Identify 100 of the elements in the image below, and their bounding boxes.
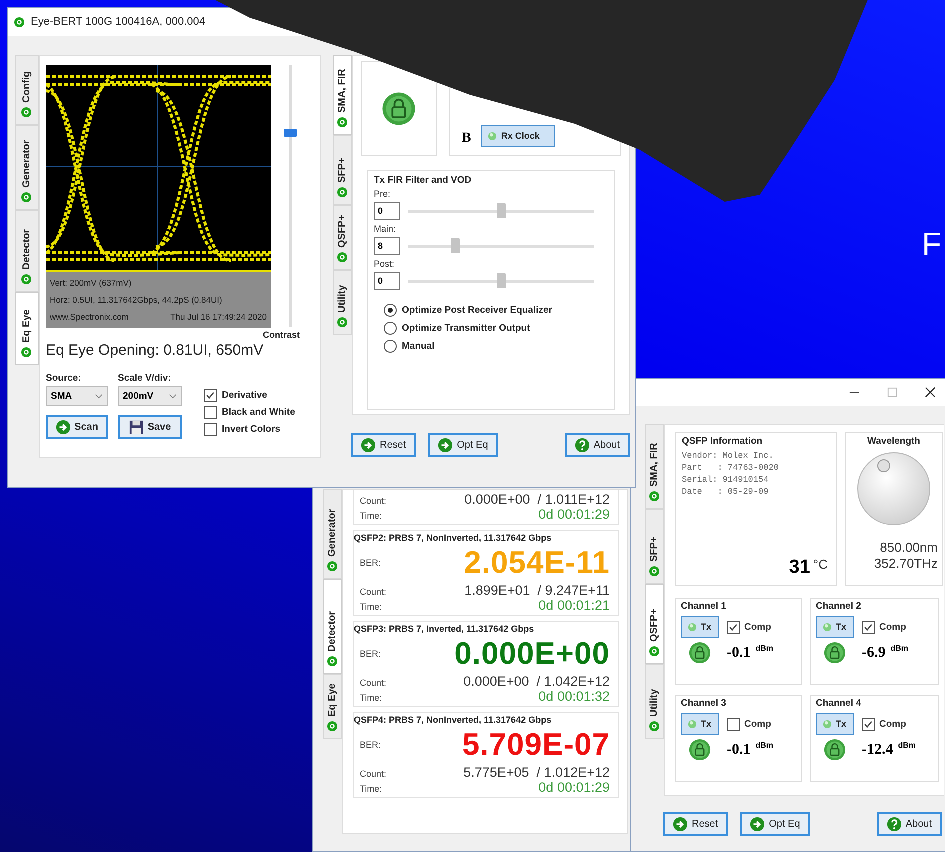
card-header: QSFP3: PRBS 7, Inverted, 11.317642 Gbps [354,624,536,634]
side-tab[interactable]: Generator [15,125,39,210]
info-line: Serial: 914910154 [682,474,770,486]
led-icon [488,132,498,140]
value-field[interactable]: 8 [374,237,400,255]
tx-button[interactable]: Tx [816,713,854,735]
side-tab[interactable]: SMA, FIR [645,424,664,509]
checkbox-label: Comp [880,622,906,632]
checkbox-label: Black and White [222,407,296,418]
floppy-icon [128,420,144,434]
checkbox[interactable] [204,389,217,402]
checkbox-label: Invert Colors [222,424,281,435]
lock-icon [689,642,711,664]
side-tab[interactable]: Eq Eye [323,674,342,739]
slider-thumb[interactable] [497,203,506,218]
dot-ring-icon [649,646,660,657]
group-title: QSFP Information [682,436,764,447]
value-field[interactable]: 0 [374,272,400,290]
side-tab[interactable]: QSFP+ [645,584,664,664]
side-tab[interactable]: Detector [323,579,342,674]
elapsed-time: 0d 00:01:32 [538,689,610,704]
radio-button[interactable] [384,322,397,335]
checkbox[interactable] [862,718,875,730]
slider-label: Pre: [374,189,392,199]
dot-ring-icon [337,187,348,198]
ber-value: 0.000E+00 [454,636,610,672]
checkbox-label: Derivative [222,390,268,401]
dropdown[interactable]: SMA [46,386,108,406]
slider-thumb[interactable] [450,238,460,253]
dropdown[interactable]: 200mV [118,386,182,406]
side-tab[interactable]: SFP+ [333,135,352,205]
checkbox[interactable] [726,718,740,730]
power-value: -0.1 [727,644,751,662]
side-tab[interactable]: Utility [645,664,664,739]
checkbox-label: Comp [880,718,906,730]
temperature-value: 31 [789,557,810,579]
slider-label: Main: [374,224,398,234]
dot-ring-icon [337,317,348,328]
group-letter: B [462,131,472,147]
count-value: 5.775E+05 / 1.012E+12 [464,765,610,780]
lock-icon [824,642,846,664]
field-label: Scale V/div: [118,373,172,384]
side-tab[interactable]: Detector [15,210,39,292]
led-icon [823,622,832,632]
checkbox[interactable] [204,406,217,419]
action-button[interactable]: Opt Eq [428,433,498,457]
led-icon [823,720,832,728]
radio-button[interactable] [384,304,397,317]
radio-label: Optimize Transmitter Output [402,323,530,334]
rx-clock-button[interactable]: Rx Clock [481,125,556,147]
side-tab[interactable]: QSFP+ [333,205,352,270]
side-tab[interactable]: Eq Eye [15,292,39,365]
radio-button[interactable] [384,340,397,353]
side-tab[interactable]: Config [15,55,39,125]
checkbox-label: Comp [744,622,772,632]
checkbox[interactable] [204,423,217,436]
app-icon [14,16,25,28]
tx-button[interactable]: Tx [681,616,719,638]
count-value: 1.899E+01 / 9.247E+11 [464,583,610,598]
count-value: 0.000E+00 / 1.042E+12 [464,674,610,689]
eye-info-line: Vert: 200mV (637mV) [50,277,133,290]
checkbox[interactable] [726,620,740,634]
dot-ring-icon [649,721,660,732]
card-header: QSFP4: PRBS 7, NonInverted, 11.317642 Gbps [354,715,553,725]
count-label: Count: [360,587,387,597]
action-button[interactable]: About [564,433,630,457]
count-label: Count: [360,769,387,779]
group-title: Tx FIR Filter and VOD [374,175,473,186]
dot-ring-icon [22,347,32,358]
action-button[interactable]: Scan [46,415,108,439]
tx-button[interactable]: Tx [816,616,854,638]
led-icon [688,720,697,728]
dot-ring-icon [22,192,32,203]
timestamp: Thu Jul 16 17:49:24 2020 [170,311,267,324]
time-label: Time: [360,693,382,703]
checkbox[interactable] [862,620,875,634]
action-button[interactable]: Save [118,415,182,439]
caret-icon [169,394,177,398]
tx-button[interactable]: Tx [681,713,719,735]
close-icon[interactable] [925,387,936,398]
temperature-unit: °C [813,557,828,572]
side-tab[interactable]: SMA, FIR [333,55,352,135]
dot-ring-icon [649,491,660,502]
ber-value: 2.054E-11 [464,545,610,581]
action-button[interactable]: Opt Eq [740,812,810,836]
value-field[interactable]: 0 [374,202,400,220]
power-value: -6.9 [862,644,886,662]
card-header: QSFP2: PRBS 7, NonInverted, 11.317642 Gbps [354,533,553,543]
info-line: Part : 74763-0020 [682,462,780,474]
slider-thumb[interactable] [284,129,297,138]
side-tab[interactable]: Utility [333,270,352,335]
power-value: -0.1 [727,742,751,758]
action-button[interactable]: About [876,812,942,836]
action-button[interactable]: Reset [351,433,416,457]
slider-thumb[interactable] [497,273,506,288]
side-tab[interactable]: Generator [323,489,342,579]
action-button[interactable]: Reset [663,812,728,836]
side-tab[interactable]: SFP+ [645,509,664,584]
info-line: Vendor: Molex Inc. [682,450,775,462]
dot-ring-icon [337,252,348,263]
